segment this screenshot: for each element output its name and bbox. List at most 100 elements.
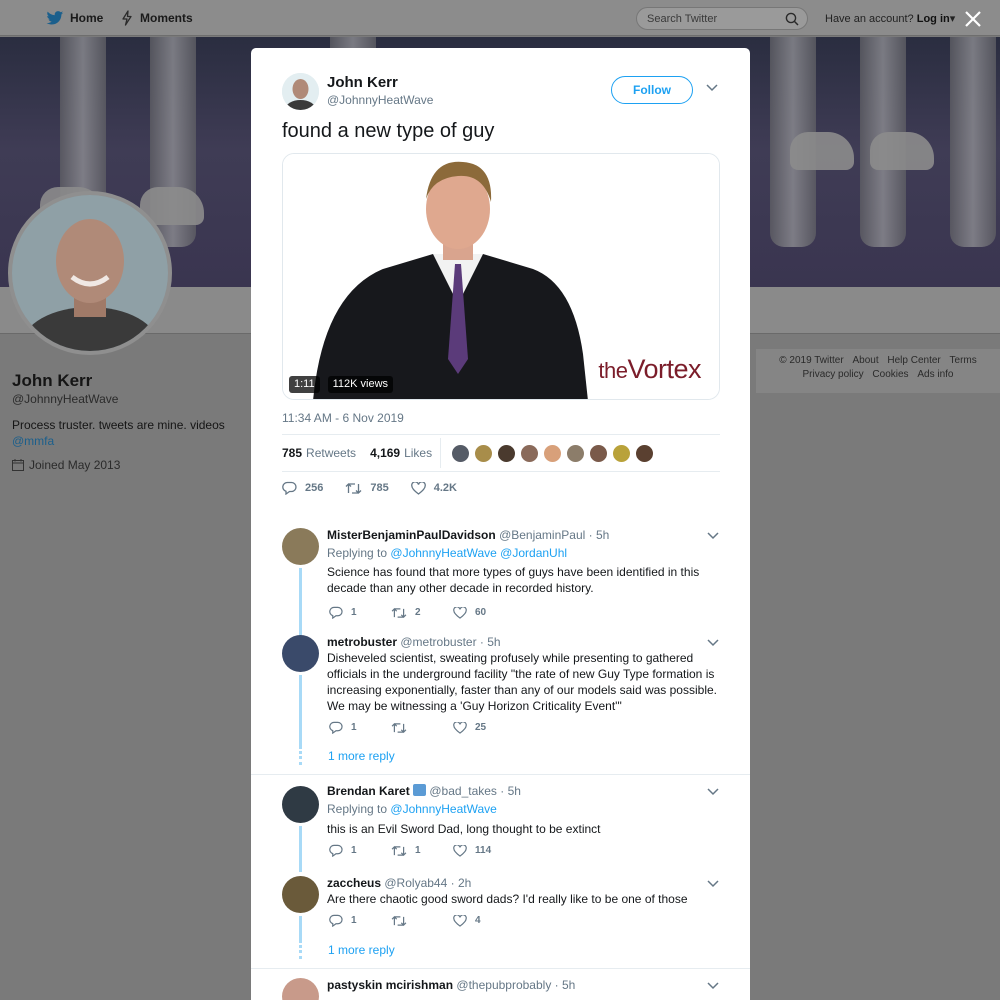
author-avatar[interactable] — [282, 73, 319, 110]
reply-action[interactable]: 1 — [329, 606, 391, 619]
retweet-icon — [391, 607, 407, 618]
reply-icon — [282, 481, 297, 495]
retweet-action[interactable] — [391, 915, 453, 927]
reply-replying-to: Replying to @JohnnyHeatWave — [327, 802, 497, 816]
profile-bio-link[interactable]: @mmfa — [12, 433, 225, 449]
likes-stat[interactable]: 4,169 Likes — [370, 446, 432, 460]
replying-prefix: Replying to — [327, 546, 388, 560]
footer-ads-link[interactable]: Ads info — [917, 369, 953, 380]
author-name[interactable]: John Kerr — [327, 74, 398, 91]
replying-to-links[interactable]: @JohnnyHeatWave — [390, 802, 496, 816]
reply-time[interactable]: · 5h — [589, 528, 610, 542]
reply-time[interactable]: · 5h — [555, 978, 576, 992]
like-count: 60 — [475, 607, 487, 618]
reply-action[interactable]: 256 — [282, 481, 323, 495]
reply-author-name[interactable]: pastyskin mcirishman — [327, 978, 453, 992]
liker-avatar[interactable] — [520, 443, 540, 463]
like-action[interactable]: 114 — [453, 844, 515, 857]
video-overlay: 1:11 112K views — [289, 376, 394, 393]
chevron-down-icon[interactable] — [707, 982, 719, 990]
profile-joined: Joined May 2013 — [12, 458, 120, 472]
reply-actions: 1 25 — [329, 721, 515, 734]
footer-privacy-link[interactable]: Privacy policy — [803, 369, 864, 380]
retweet-action[interactable]: 785 — [345, 482, 389, 495]
search-input[interactable] — [647, 12, 777, 25]
profile-avatar[interactable] — [8, 191, 172, 355]
reply-author-handle[interactable]: @thepubprobably — [456, 978, 551, 992]
more-replies-link[interactable]: 1 more reply — [328, 749, 395, 763]
reply-count: 1 — [351, 915, 357, 926]
like-action[interactable]: 25 — [453, 721, 515, 734]
liker-avatar[interactable] — [635, 443, 655, 463]
tweet-video[interactable]: theVortex 1:11 112K views — [282, 153, 720, 400]
twitter-bird-icon — [46, 10, 64, 24]
lightning-icon — [122, 10, 132, 26]
liker-avatar[interactable] — [497, 443, 517, 463]
liker-avatar[interactable] — [566, 443, 586, 463]
reply-action[interactable]: 1 — [329, 914, 391, 927]
footer-help-link[interactable]: Help Center — [887, 355, 940, 366]
reply-action[interactable]: 1 — [329, 844, 391, 857]
tweet-actions: 256 785 4.2K — [282, 481, 479, 495]
thread-separator — [251, 968, 750, 969]
reply-text: Disheveled scientist, sweating profusely… — [327, 651, 717, 713]
retweet-action[interactable] — [391, 722, 453, 734]
reply-author-handle[interactable]: @metrobuster — [400, 635, 476, 649]
reply-author-name[interactable]: zaccheus — [327, 876, 381, 890]
replying-to-links[interactable]: @JohnnyHeatWave @JordanUhl — [390, 546, 567, 560]
thread-line — [299, 568, 302, 636]
reply-author-name[interactable]: Brendan Karet — [327, 784, 410, 798]
author-handle[interactable]: @JohnnyHeatWave — [327, 93, 433, 107]
footer-about-link[interactable]: About — [852, 355, 878, 366]
liker-avatar[interactable] — [543, 443, 563, 463]
liker-avatar[interactable] — [589, 443, 609, 463]
login-link[interactable]: Log in — [917, 13, 950, 25]
chevron-down-icon[interactable] — [707, 788, 719, 796]
reply-action[interactable]: 1 — [329, 721, 391, 734]
author-photo — [282, 73, 319, 110]
reply-author-handle[interactable]: @Rolyab44 — [384, 876, 447, 890]
reply-avatar[interactable] — [282, 978, 319, 1000]
retweet-action[interactable]: 2 — [391, 607, 453, 619]
close-icon[interactable] — [962, 8, 984, 30]
retweet-icon — [391, 845, 407, 856]
more-replies-link[interactable]: 1 more reply — [328, 943, 395, 957]
reply-avatar[interactable] — [282, 786, 319, 823]
retweet-count: 2 — [415, 607, 421, 618]
reply-time[interactable]: · 5h — [480, 635, 501, 649]
liker-avatar[interactable] — [474, 443, 494, 463]
search-icon[interactable] — [785, 12, 799, 26]
chevron-down-icon[interactable] — [706, 84, 718, 92]
thread-dots — [299, 945, 302, 959]
retweet-count: 785 — [370, 482, 389, 494]
like-action[interactable]: 4.2K — [410, 481, 457, 495]
chevron-down-icon[interactable] — [707, 639, 719, 647]
profile-bio: Process truster. tweets are mine. videos… — [12, 417, 225, 449]
likers-avatars — [451, 443, 658, 463]
reply-author-handle[interactable]: @bad_takes — [429, 784, 497, 798]
reply-avatar[interactable] — [282, 876, 319, 913]
retweet-action[interactable]: 1 — [391, 845, 453, 857]
reply-avatar[interactable] — [282, 528, 319, 565]
like-action[interactable]: 60 — [453, 606, 515, 619]
profile-joined-text: Joined May 2013 — [29, 458, 121, 472]
follow-button[interactable]: Follow — [611, 76, 693, 104]
retweets-stat[interactable]: 785 Retweets — [282, 446, 356, 460]
footer-cookies-link[interactable]: Cookies — [872, 369, 908, 380]
nav-home[interactable]: Home — [46, 0, 103, 36]
nav-moments[interactable]: Moments — [120, 0, 193, 36]
reply-time[interactable]: · 2h — [451, 876, 472, 890]
chevron-down-icon[interactable] — [707, 880, 719, 888]
reply-author-handle[interactable]: @BenjaminPaul — [499, 528, 585, 542]
reply-time[interactable]: · 5h — [500, 784, 521, 798]
footer-copyright: © 2019 Twitter — [779, 355, 844, 366]
like-action[interactable]: 4 — [453, 914, 515, 927]
footer-terms-link[interactable]: Terms — [950, 355, 977, 366]
liker-avatar[interactable] — [451, 443, 471, 463]
chevron-down-icon[interactable] — [707, 532, 719, 540]
tweet-timestamp[interactable]: 11:34 AM - 6 Nov 2019 — [282, 411, 404, 425]
reply-author-name[interactable]: metrobuster — [327, 635, 397, 649]
reply-author-name[interactable]: MisterBenjaminPaulDavidson — [327, 528, 496, 542]
reply-avatar[interactable] — [282, 635, 319, 672]
liker-avatar[interactable] — [612, 443, 632, 463]
